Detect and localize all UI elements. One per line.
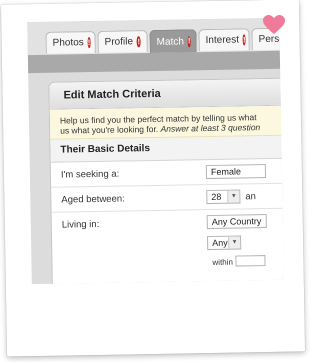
tab-label: Match: [156, 35, 184, 48]
region-select[interactable]: Any ▼: [207, 235, 242, 251]
tab-strip: [27, 50, 281, 74]
living-label: Living in:: [61, 218, 100, 231]
tab-match[interactable]: Match !: [149, 29, 197, 54]
age-min-value: 28: [211, 191, 222, 202]
heart-icon: [263, 15, 285, 34]
tab-interest[interactable]: Interest !: [198, 28, 250, 52]
chevron-down-icon: ▼: [228, 236, 241, 249]
tab-photos[interactable]: Photos !: [45, 30, 96, 54]
age-joiner: an: [245, 191, 257, 203]
country-value: Any Country: [211, 216, 262, 227]
region-value: Any: [212, 237, 228, 248]
distance-select[interactable]: [235, 255, 266, 267]
edit-match-panel: Edit Match Criteria Help us find you the…: [48, 77, 284, 285]
tab-label: Interest: [205, 34, 240, 47]
tab-label: Photos: [52, 37, 84, 49]
tab-profile[interactable]: Profile !: [97, 30, 148, 53]
screenshot-area: Photos ! Profile ! Match ! Interest ! Pe…: [27, 17, 284, 285]
intro-line-2: us what you're looking for.: [60, 123, 159, 136]
seeking-value: Female: [210, 166, 242, 177]
tab-label: Perso: [258, 33, 284, 46]
alert-icon: !: [87, 37, 91, 49]
age-min-select[interactable]: 28 ▼: [206, 189, 241, 205]
living-row: Living in: Any Country Any ▼ within: [52, 208, 284, 271]
intro-text: Help us find you the perfect match by te…: [49, 105, 284, 140]
seeking-select[interactable]: Female: [205, 164, 267, 180]
tab-bar: Photos ! Profile ! Match ! Interest ! Pe…: [27, 17, 284, 57]
chevron-down-icon: ▼: [227, 190, 240, 203]
age-label: Aged between:: [61, 193, 125, 206]
within-label: within: [212, 257, 234, 267]
country-select[interactable]: Any Country: [206, 214, 267, 230]
tab-label: Profile: [104, 36, 134, 48]
polaroid-frame: Photos ! Profile ! Match ! Interest ! Pe…: [0, 0, 306, 357]
alert-icon: !: [136, 36, 141, 48]
seeking-label: I'm seeking a:: [60, 168, 120, 181]
alert-icon: !: [187, 35, 191, 47]
panel-title: Edit Match Criteria: [49, 78, 284, 110]
alert-icon: !: [242, 34, 246, 46]
intro-italic: Answer at least 3 question: [160, 122, 261, 134]
